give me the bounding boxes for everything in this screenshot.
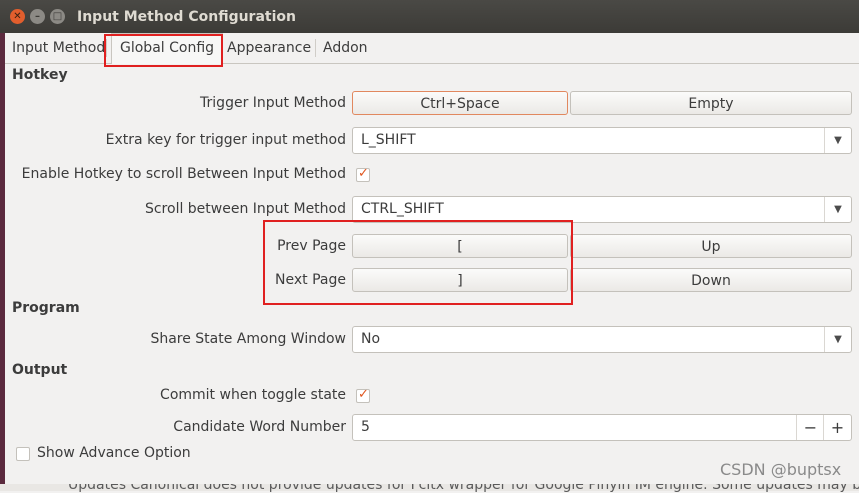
commit-toggle-checkbox[interactable]: ✓ [356,387,370,403]
increment-button[interactable]: + [823,415,851,440]
chevron-down-icon[interactable]: ▼ [824,197,851,222]
title-bar: ✕ – □ Input Method Configuration [0,0,859,33]
checkmark-icon: ✓ [358,387,369,402]
close-icon[interactable]: ✕ [10,9,25,24]
commit-toggle-label: Commit when toggle state [160,387,346,403]
trigger-input-method-label: Trigger Input Method [200,95,346,111]
share-state-combo[interactable]: No ▼ [352,326,852,353]
share-state-value: No [361,331,381,347]
trigger-secondary-button[interactable]: Empty [570,91,852,115]
decrement-button[interactable]: − [796,415,824,440]
scroll-between-value: CTRL_SHIFT [361,201,444,217]
tab-addon[interactable]: Addon [323,35,368,61]
annotation-highlight-tab [104,34,223,67]
window-title: Input Method Configuration [77,9,296,25]
chevron-down-icon[interactable]: ▼ [824,327,851,352]
minimize-icon[interactable]: – [30,9,45,24]
next-page-secondary-button[interactable]: Down [570,268,852,292]
enable-scroll-checkbox[interactable]: ✓ [356,166,370,182]
section-hotkey: Hotkey [12,67,68,83]
candidate-word-label: Candidate Word Number [173,419,346,435]
show-advance-checkbox[interactable] [16,447,30,461]
scroll-between-combo[interactable]: CTRL_SHIFT ▼ [352,196,852,223]
extra-key-combo[interactable]: L_SHIFT ▼ [352,127,852,154]
section-program: Program [12,300,80,316]
enable-scroll-label: Enable Hotkey to scroll Between Input Me… [21,166,346,182]
share-state-label: Share State Among Window [150,331,346,347]
show-advance-label: Show Advance Option [37,445,191,461]
extra-key-label: Extra key for trigger input method [105,132,346,148]
watermark: CSDN @buptsx [720,460,842,479]
checkmark-icon: ✓ [358,166,369,181]
candidate-word-spinbox[interactable]: 5 − + [352,414,852,441]
scroll-between-label: Scroll between Input Method [144,201,346,217]
chevron-down-icon[interactable]: ▼ [824,128,851,153]
maximize-icon[interactable]: □ [50,9,65,24]
prev-page-secondary-button[interactable]: Up [570,234,852,258]
annotation-highlight-page-keys [263,220,573,305]
tab-appearance[interactable]: Appearance [227,35,311,61]
tab-separator [315,39,316,57]
section-output: Output [12,362,68,378]
trigger-primary-button[interactable]: Ctrl+Space [352,91,568,115]
extra-key-value: L_SHIFT [361,132,416,148]
candidate-word-value: 5 [361,419,370,435]
tab-input-method[interactable]: Input Method [12,35,105,61]
